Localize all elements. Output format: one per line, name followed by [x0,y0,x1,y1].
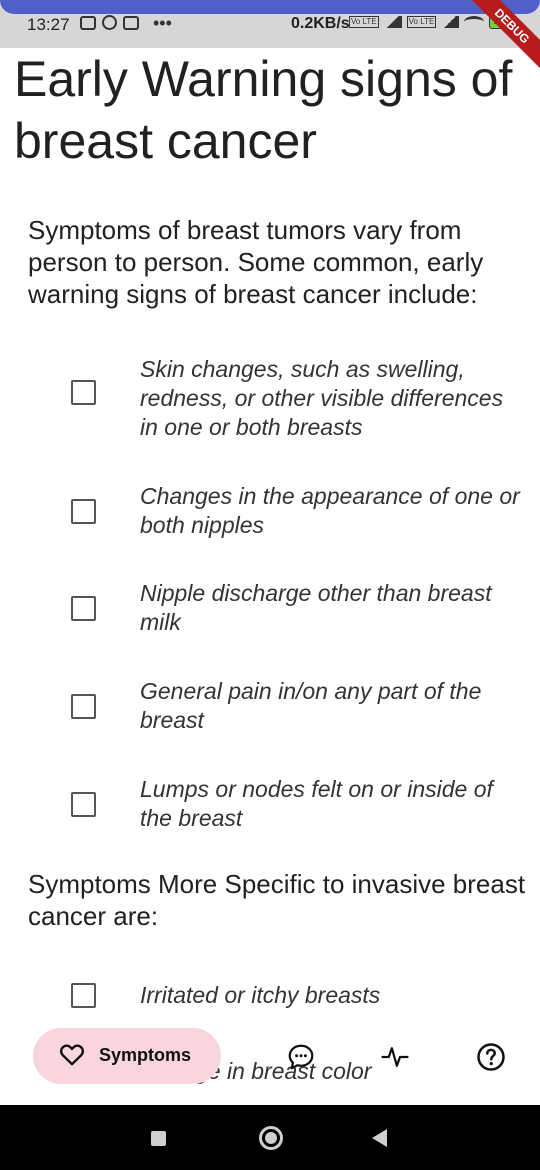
screen-icon [123,15,139,30]
message-icon [80,15,96,30]
network-speed: 0.2KB/s [291,15,350,32]
page-title: Early Warning signs of breast cancer [14,51,513,169]
volte-icon: Vo LTE [349,16,379,28]
chat-icon[interactable] [286,1042,316,1072]
checklist-item-label: Nipple discharge other than breast milk [140,580,492,635]
pulse-icon[interactable] [380,1042,410,1072]
home-button[interactable] [259,1126,283,1150]
checkbox[interactable] [71,792,96,817]
status-bar: 13:27 ••• 0.2KB/s Vo LTE Vo LTE 100 DEBU… [0,0,540,76]
wifi-icon [464,16,485,28]
invasive-symptoms-heading: Symptoms More Specific to invasive breas… [28,869,526,931]
checkbox[interactable] [71,499,96,524]
checklist-item-label: Lumps or nodes felt on or inside of the … [140,776,493,831]
checklist-item-label: Irritated or itchy breasts [140,982,381,1008]
whatsapp-icon [102,15,117,30]
back-button[interactable] [372,1129,387,1147]
checkbox[interactable] [71,694,96,719]
signal-icon [441,16,460,28]
checkbox[interactable] [71,380,96,405]
status-accent-strip [0,0,540,14]
nav-item-label[interactable]: Symptoms [99,1045,191,1066]
bottom-navigation: Symptoms [0,1024,540,1104]
heart-icon[interactable] [59,1042,85,1068]
signal-icon [383,16,402,28]
status-time: 13:27 [27,15,70,34]
system-navigation-bar [0,1105,540,1170]
help-icon[interactable] [476,1042,506,1072]
checklist-item-label: Skin changes, such as swelling, redness,… [140,356,504,440]
volte-icon: Vo LTE [406,16,437,28]
checklist-item-label: Changes in the appearance of one or both… [140,483,520,538]
checkbox[interactable] [71,596,96,621]
intro-text: Symptoms of breast tumors vary from pers… [28,215,484,309]
recents-button[interactable] [151,1131,166,1146]
checkbox[interactable] [71,983,96,1008]
notification-icons: ••• [80,12,172,33]
more-notifications-icon: ••• [153,12,172,33]
checklist-item-label: General pain in/on any part of the breas… [140,678,482,733]
